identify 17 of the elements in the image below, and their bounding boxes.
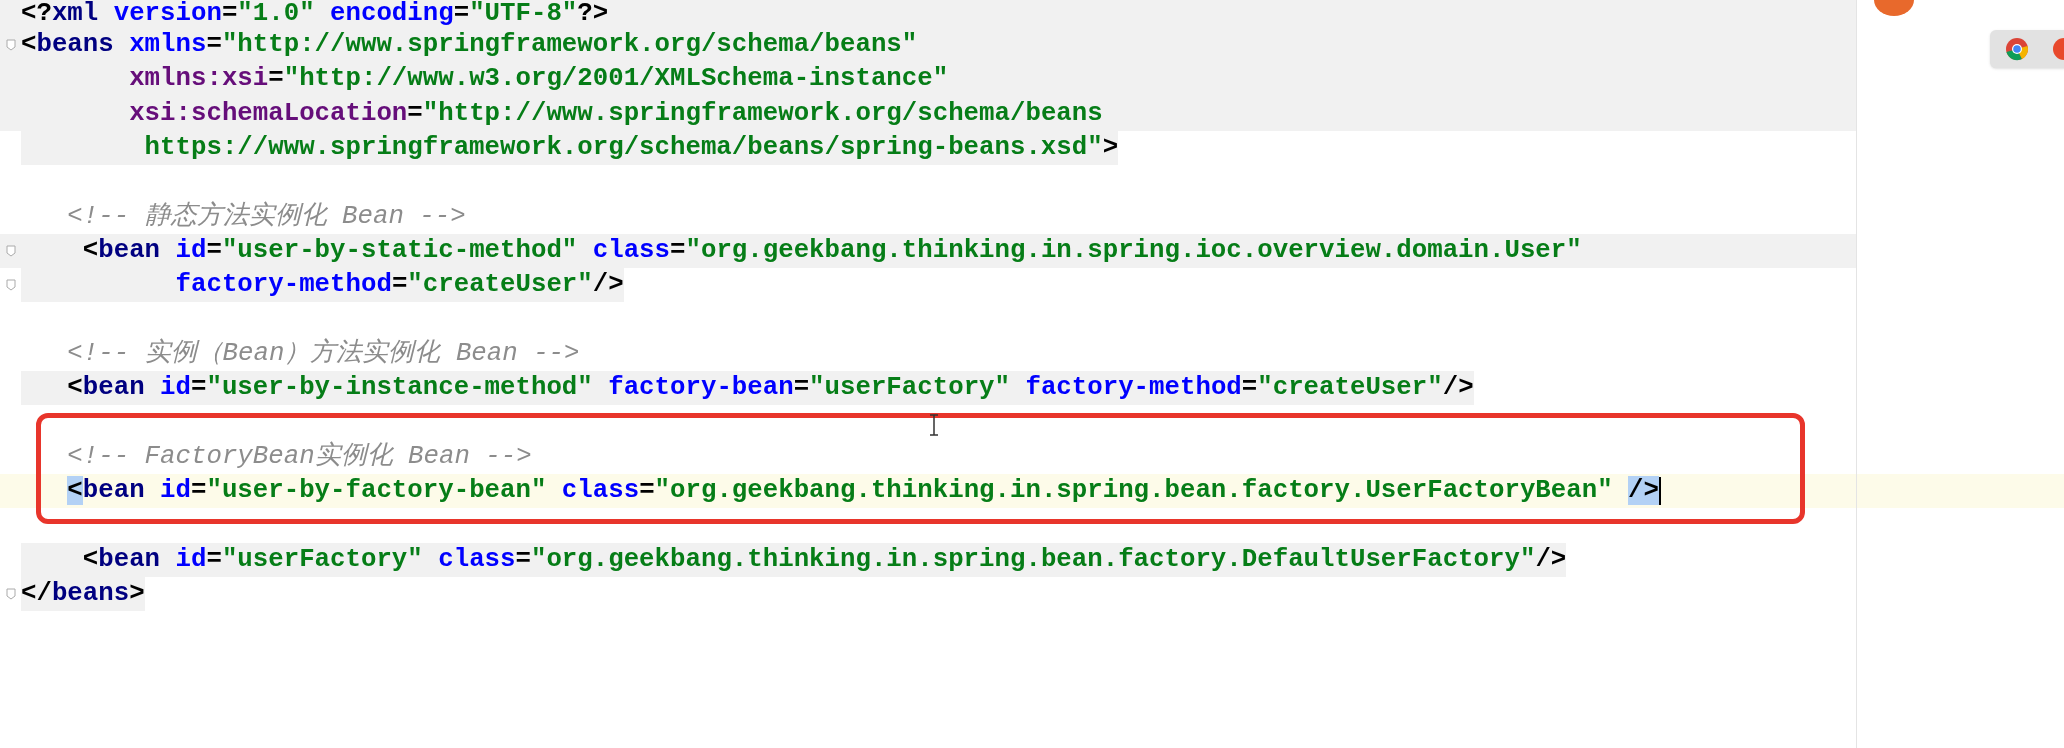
code-line: <?xml version="1.0" encoding="UTF-8"?> bbox=[21, 0, 609, 28]
code-line: <!-- FactoryBean实例化 Bean --> bbox=[66, 440, 532, 473]
code-line: xmlns:xsi="http://www.w3.org/2001/XMLSchema-instance" bbox=[128, 63, 949, 96]
code-line: xsi:schemaLocation="http://www.springframework.org/schema/beans bbox=[128, 97, 1103, 130]
fold-marker-icon[interactable] bbox=[5, 279, 16, 292]
fold-marker-icon[interactable] bbox=[5, 587, 16, 600]
text-cursor-icon bbox=[928, 414, 940, 436]
code-line: <beans xmlns="http://www.springframework.org/schema/beans" bbox=[21, 29, 918, 62]
browser-icon[interactable] bbox=[2052, 37, 2064, 61]
code-line: <bean id="user-by-factory-bean" class="org.geekbang.thinking.in.spring.bean.factory.UserFactoryBean" /> bbox=[66, 475, 1659, 507]
code-line: <bean id="user-by-static-method" class="org.geekbang.thinking.in.spring.ioc.overview.domain.User" bbox=[81, 234, 1582, 267]
chrome-icon[interactable] bbox=[2005, 37, 2029, 61]
fold-marker-icon[interactable] bbox=[5, 39, 16, 52]
code-line: <!-- 实例（Bean）方法实例化 Bean --> bbox=[66, 337, 580, 370]
logo-icon bbox=[1872, 0, 1916, 16]
fold-marker-icon[interactable] bbox=[5, 244, 16, 257]
code-line: <!-- 静态方法实例化 Bean --> bbox=[66, 200, 466, 233]
